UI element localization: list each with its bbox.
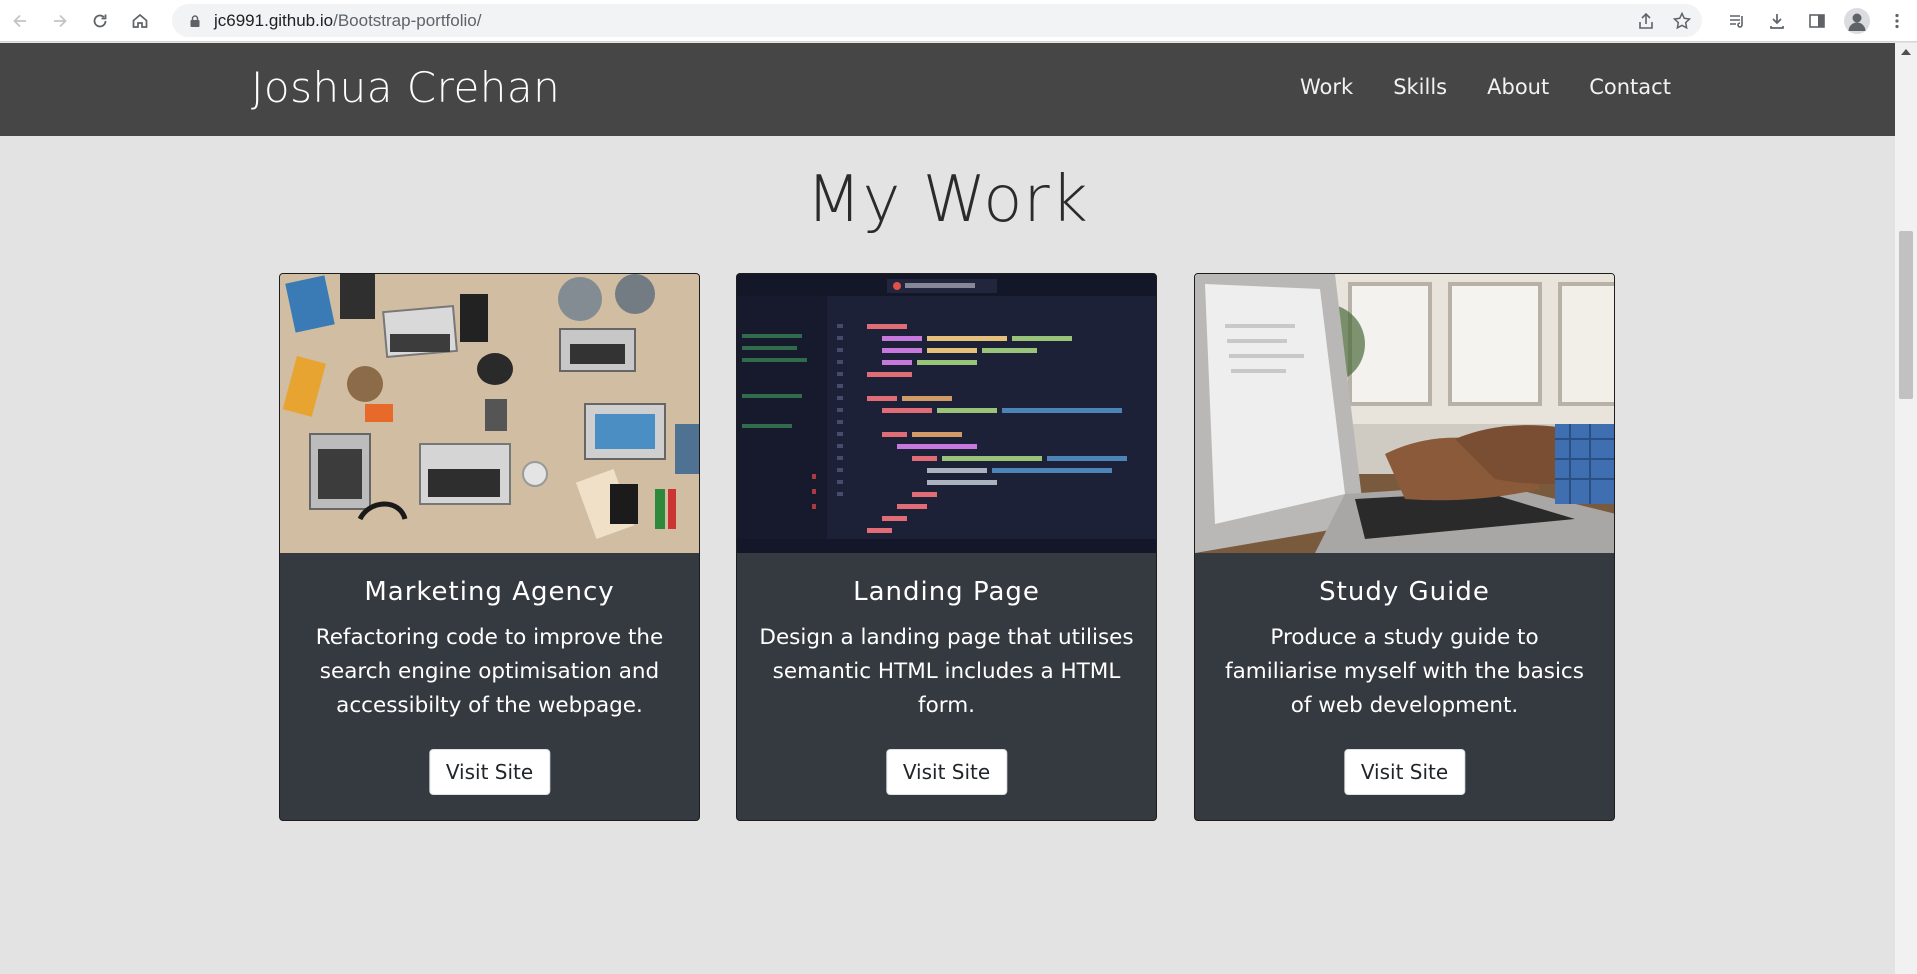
download-icon[interactable] [1757, 1, 1797, 41]
reload-icon[interactable] [80, 1, 120, 41]
nav-link-skills[interactable]: Skills [1393, 75, 1447, 99]
card-title: Marketing Agency [364, 577, 615, 607]
typing-on-laptop-image [1195, 274, 1614, 553]
home-icon[interactable] [120, 1, 160, 41]
browser-toolbar: jc6991.github.io/Bootstrap-portfolio/ [0, 0, 1917, 42]
vertical-scrollbar[interactable] [1895, 43, 1917, 974]
scrollbar-thumb[interactable] [1899, 231, 1913, 399]
card-description: Refactoring code to improve the search e… [315, 625, 664, 718]
nav-menu: Work Skills About Contact [1300, 75, 1671, 99]
nav-link-contact[interactable]: Contact [1589, 75, 1671, 99]
section-title: My Work [806, 163, 1089, 237]
project-card-study-guide: Study Guide Produce a study guide to fam… [1194, 273, 1615, 821]
url-text[interactable]: jc6991.github.io/Bootstrap-portfolio/ [214, 11, 481, 31]
code-editor-image [737, 274, 1156, 553]
nav-link-about[interactable]: About [1487, 75, 1549, 99]
back-icon[interactable] [0, 1, 40, 41]
brand-name[interactable]: Joshua Crehan [251, 63, 560, 112]
page-viewport: Joshua Crehan Work Skills About Contact … [0, 43, 1895, 974]
card-description: Produce a study guide to familiarise mys… [1225, 625, 1584, 718]
card-title: Study Guide [1319, 577, 1490, 607]
side-panel-icon[interactable] [1797, 1, 1837, 41]
card-title: Landing Page [853, 577, 1040, 607]
profile-icon [1844, 8, 1870, 34]
desk-with-laptops-image [280, 274, 699, 553]
visit-site-button[interactable]: Visit Site [1343, 749, 1466, 795]
lock-icon[interactable] [188, 14, 202, 28]
menu-icon[interactable] [1877, 1, 1917, 41]
scroll-up-icon[interactable] [1901, 49, 1911, 55]
address-bar[interactable]: jc6991.github.io/Bootstrap-portfolio/ [172, 4, 1702, 37]
project-card-landing-page: Landing Page Design a landing page that … [736, 273, 1157, 821]
star-icon[interactable] [1672, 11, 1692, 31]
project-card-marketing-agency: Marketing Agency Refactoring code to imp… [279, 273, 700, 821]
share-icon[interactable] [1636, 11, 1656, 31]
reading-list-icon[interactable] [1717, 1, 1757, 41]
card-description: Design a landing page that utilises sema… [759, 625, 1134, 718]
nav-link-work[interactable]: Work [1300, 75, 1353, 99]
site-navbar: Joshua Crehan Work Skills About Contact [0, 43, 1895, 136]
forward-icon[interactable] [40, 1, 80, 41]
visit-site-button[interactable]: Visit Site [428, 749, 551, 795]
profile-button[interactable] [1837, 1, 1877, 41]
visit-site-button[interactable]: Visit Site [885, 749, 1008, 795]
